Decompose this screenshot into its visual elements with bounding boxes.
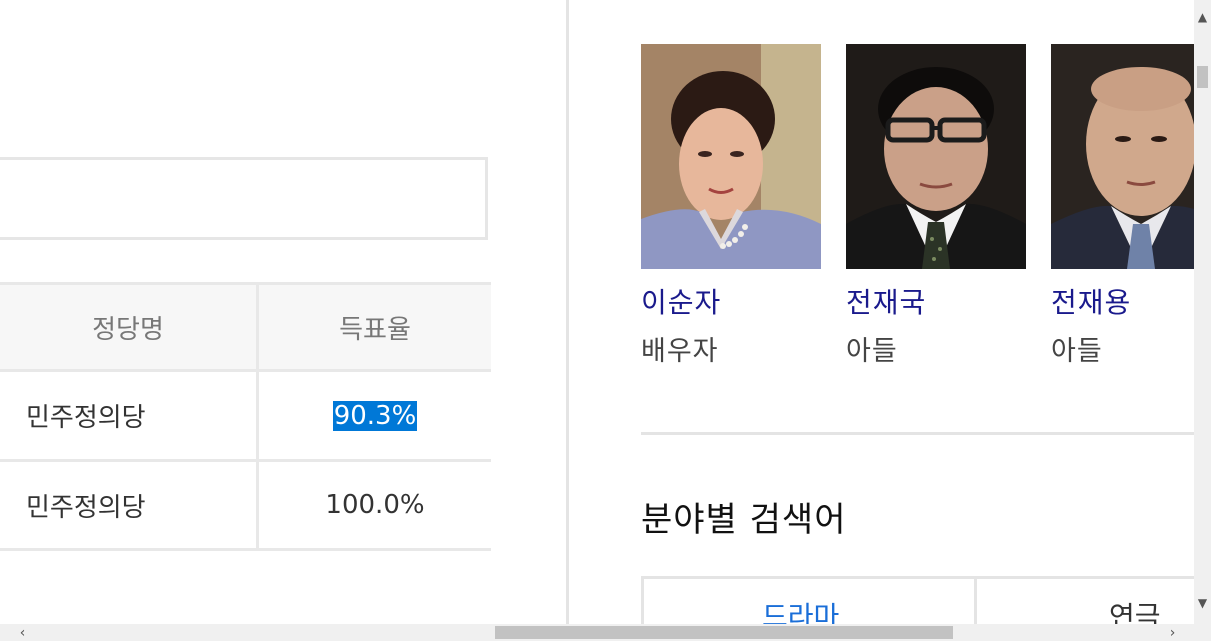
party-name-cell: 민주정의당 <box>26 403 146 433</box>
family-card[interactable]: 전재용 아들 <box>1051 44 1194 368</box>
category-tabs: 드라마 연극 <box>641 576 1194 624</box>
table-row: 민주정의당 90.3% <box>0 372 491 462</box>
scroll-down-icon[interactable]: ▼ <box>1194 594 1211 611</box>
person-name-link[interactable]: 전재용 <box>1051 281 1194 321</box>
person-name-link[interactable]: 이순자 <box>641 281 821 321</box>
scroll-up-icon[interactable]: ▲ <box>1194 8 1211 25</box>
person-name-link[interactable]: 전재국 <box>846 281 1026 321</box>
header-party: 정당명 <box>92 314 164 345</box>
person-relation: 배우자 <box>641 336 719 367</box>
vertical-scrollbar[interactable]: ▲ ▼ <box>1194 0 1211 624</box>
vote-rate-cell[interactable]: 90.3% <box>259 372 491 459</box>
table-header-row: 정당명 득표율 <box>0 282 491 372</box>
person-photo[interactable] <box>1051 44 1194 269</box>
family-card[interactable]: 이순자 배우자 <box>641 44 821 368</box>
person-photo[interactable] <box>641 44 821 269</box>
person-relation: 아들 <box>1051 336 1103 367</box>
section-divider <box>641 432 1194 435</box>
left-pane: 정당명 득표율 민주정의당 90.3% 민주정의당 100.0% <box>0 0 566 624</box>
empty-info-box <box>0 157 488 240</box>
right-pane: 이순자 배우자 전재국 아들 전재용 아들 분야별 검색어 드라마 연극 <box>569 0 1194 624</box>
tab-theater[interactable]: 연극 <box>1109 595 1161 624</box>
vote-rate-cell: 100.0% <box>325 490 425 520</box>
tab-divider <box>974 579 977 624</box>
horizontal-scrollbar[interactable]: ‹ › <box>0 624 1211 641</box>
vertical-scroll-thumb[interactable] <box>1197 66 1208 88</box>
header-vote-rate: 득표율 <box>339 314 411 345</box>
horizontal-scroll-thumb[interactable] <box>495 626 953 639</box>
scroll-left-icon[interactable]: ‹ <box>14 624 31 641</box>
table-row: 민주정의당 100.0% <box>0 462 491 551</box>
selected-text[interactable]: 90.3% <box>332 400 418 431</box>
party-name-cell: 민주정의당 <box>26 492 146 523</box>
person-relation: 아들 <box>846 336 898 367</box>
election-result-table: 정당명 득표율 민주정의당 90.3% 민주정의당 100.0% <box>0 282 491 551</box>
tab-drama[interactable]: 드라마 <box>762 595 839 624</box>
person-photo[interactable] <box>846 44 1026 269</box>
section-title: 분야별 검색어 <box>641 500 847 540</box>
scroll-right-icon[interactable]: › <box>1164 624 1181 641</box>
family-card[interactable]: 전재국 아들 <box>846 44 1026 368</box>
